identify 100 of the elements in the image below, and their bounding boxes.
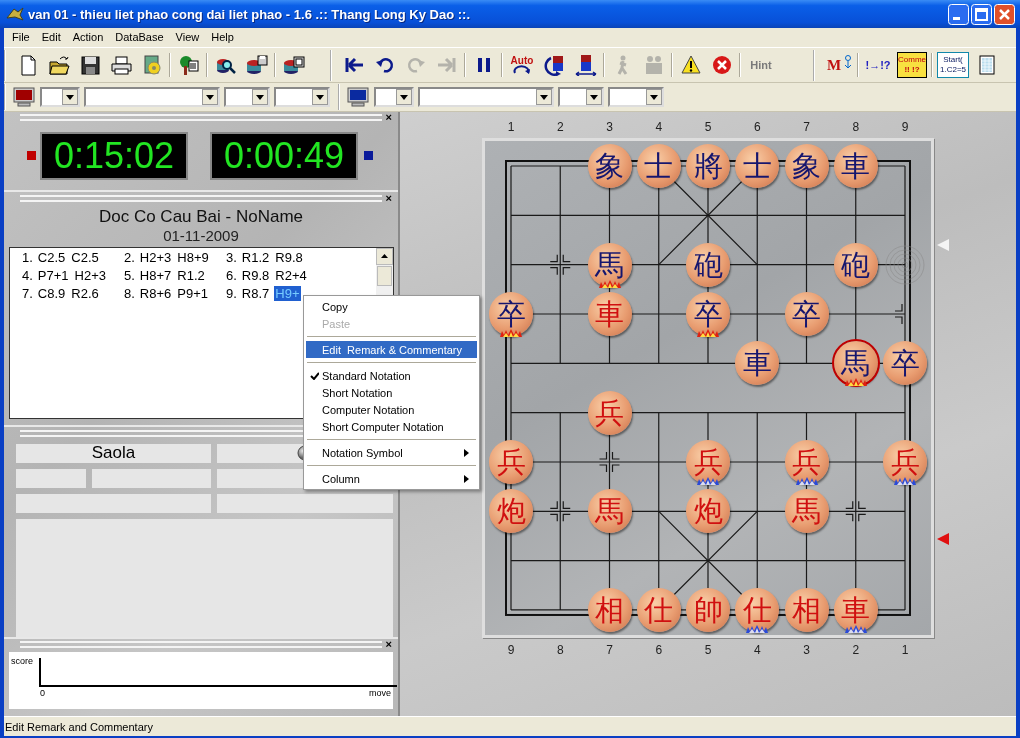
game-piece[interactable]: 士 [735,143,780,188]
move-entry[interactable]: R2+4 [274,268,308,284]
game-piece[interactable]: 馬 [833,341,878,386]
menu-item[interactable]: Copy [306,298,477,315]
menu-item[interactable]: Standard Notation [306,367,477,384]
arrows-icon [844,55,852,70]
close-button[interactable]: × [385,193,392,204]
engine-move-button[interactable]: M [821,51,855,80]
file-number: 6 [752,119,762,134]
close-button[interactable]: × [385,639,392,650]
menu-item[interactable]: Edit Remark & Commentary [306,341,477,358]
piece-character: 馬 [595,248,624,281]
file-number: 1 [506,119,516,134]
comment-button[interactable]: Comme !! !? [897,52,927,79]
move-number: 9. [226,286,237,302]
menu-item[interactable]: Help [205,31,240,44]
piece-character: 卒 [496,297,526,330]
concentric-circles-icon [885,244,925,285]
piece-character: 卒 [890,347,920,380]
move-entry[interactable]: R1.2 [176,268,206,284]
move-number: 4. [22,268,33,284]
menu-item[interactable]: DataBase [109,31,170,44]
game-piece[interactable]: 士 [636,143,681,188]
turn-marker-icon [937,532,949,545]
piece-character: 炮 [496,495,526,528]
engine-name: Saola [16,443,211,463]
move-number: 8. [124,286,135,302]
file-number: 2 [555,119,565,134]
game-piece[interactable]: 車 [833,143,878,188]
move-entry[interactable]: R9.8 [274,250,304,266]
annotate-button[interactable]: !→!? [861,51,895,80]
scroll-thumb[interactable] [377,265,392,286]
move-entry[interactable]: R2.6 [70,286,100,302]
close-button[interactable] [994,3,1015,25]
piece-character: 炮 [693,495,723,528]
move-entry[interactable]: C2.5 [70,250,100,266]
file-number: 4 [752,642,762,657]
game-date: 01-11-2009 [162,226,240,244]
file-number: 9 [506,642,516,657]
piece-character: 兵 [890,445,920,478]
move-entry[interactable]: R9.8 [240,268,271,284]
close-button[interactable]: × [385,112,392,123]
turn-marker-icon [937,238,949,251]
piece-character: 卒 [693,297,723,330]
move-entry[interactable]: C2.5 [36,250,67,266]
menu-item[interactable]: Column [306,470,477,487]
menu-item[interactable]: View [169,31,206,44]
menu-item[interactable]: Notation Symbol [306,444,477,461]
dropdown[interactable] [40,86,80,107]
maximize-button[interactable] [971,3,992,25]
warning-icon [679,54,702,77]
dropdown[interactable] [374,86,414,107]
game-piece[interactable]: 砲 [833,242,878,287]
piece-character: 砲 [693,248,723,281]
scroll-up-button[interactable] [376,247,393,265]
game-piece[interactable]: 卒 [883,341,927,386]
menu-item[interactable]: Action [66,31,110,44]
game-piece[interactable]: 卒 [686,291,730,336]
game-piece[interactable]: 砲 [686,242,730,287]
circular-arrow-icon [512,64,532,75]
move-entry[interactable]: R8+6 [138,286,173,302]
menu-item[interactable]: File [6,31,36,44]
menu-item[interactable]: Short Computer Notation [306,418,477,435]
piece-character: 兵 [496,445,526,478]
move-entry[interactable]: H2+3 [73,268,108,284]
move-number: 1. [22,250,33,266]
game-piece[interactable]: 將 [686,143,730,188]
app-icon [6,6,24,22]
piece-character: 士 [742,149,772,182]
piece-character: 兵 [595,396,624,429]
move-entry[interactable]: H2+3 [138,250,173,266]
move-entry[interactable]: C8.9 [36,286,67,302]
dropdown[interactable] [224,86,270,107]
game-piece[interactable]: 卒 [489,291,533,336]
file-number: 8 [555,642,565,657]
minimize-button[interactable] [948,3,969,25]
file-number: 6 [654,642,664,657]
start-position-button[interactable]: Start( 1.C2=5 [937,52,969,79]
move-entry[interactable]: R1.2 [240,250,271,266]
move-entry[interactable]: H8+9 [176,250,210,266]
file-number: 4 [654,119,664,134]
move-entry[interactable]: P7+1 [36,268,70,284]
axis-label: score [10,654,34,668]
auto-play-button[interactable]: Auto [505,51,539,80]
menu-item[interactable]: Edit [35,31,67,44]
game-piece[interactable]: 象 [784,143,829,188]
menu-item[interactable]: Short Notation [306,384,477,401]
move-entry[interactable]: P9+1 [176,286,210,302]
piece-character: 砲 [841,248,871,281]
file-number: 3 [802,642,811,657]
game-piece[interactable]: 馬 [587,242,632,287]
move-number: 6. [226,268,237,284]
dropdown[interactable] [558,86,604,107]
game-piece[interactable]: 車 [735,341,780,386]
move-entry[interactable]: R8.7 [240,286,271,302]
move-number: 5. [124,268,135,284]
game-piece[interactable]: 象 [587,143,632,188]
menu-item[interactable]: Computer Notation [306,401,477,418]
move-entry[interactable]: H8+7 [138,268,173,284]
game-piece[interactable]: 卒 [784,291,829,336]
